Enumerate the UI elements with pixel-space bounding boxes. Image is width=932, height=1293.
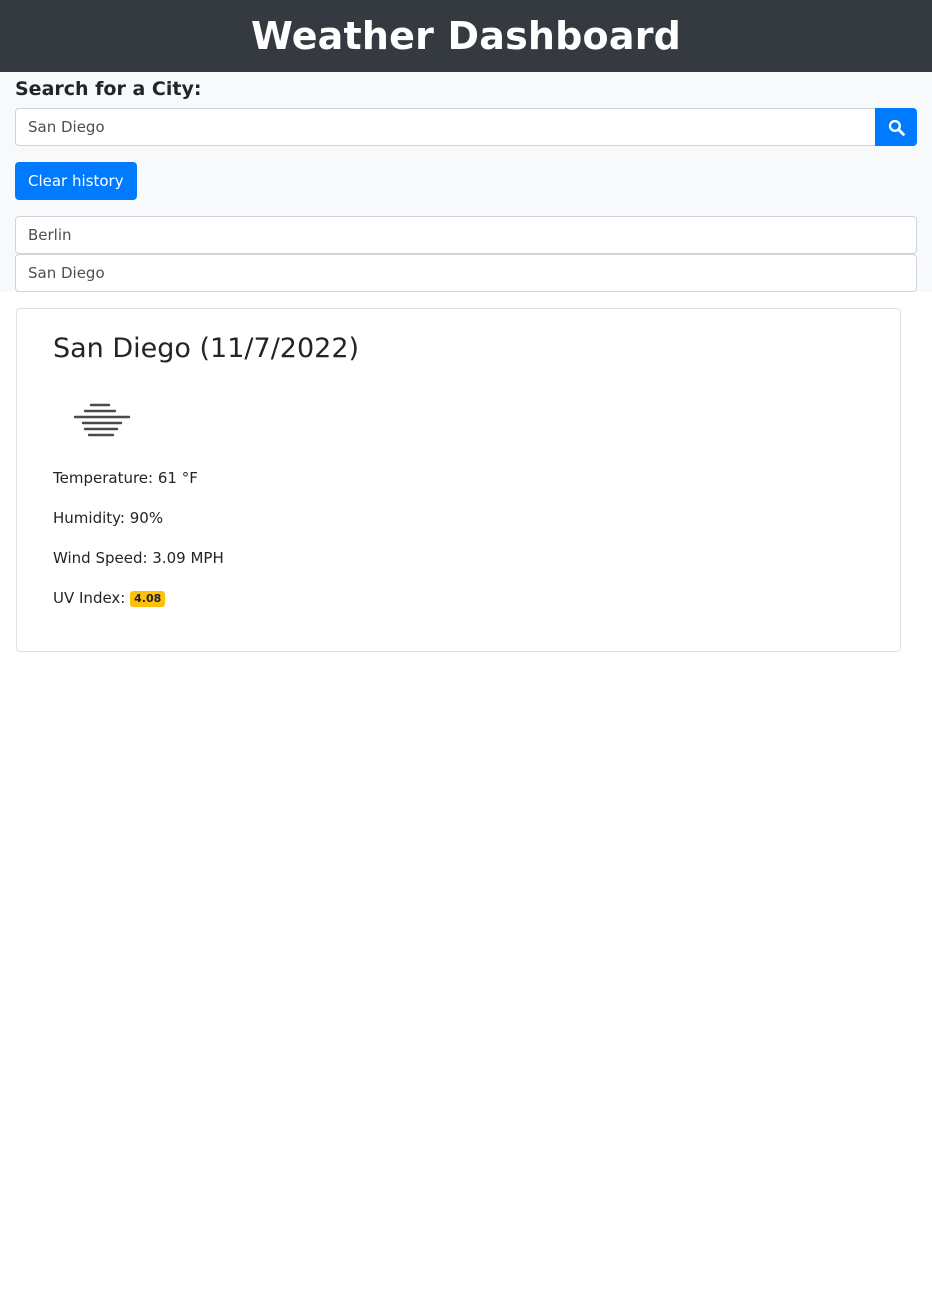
- search-row: [15, 108, 917, 146]
- search-label: Search for a City:: [15, 78, 202, 100]
- uv-index: UV Index: 4.08: [53, 587, 864, 609]
- mist-icon: [73, 401, 133, 451]
- search-button[interactable]: [875, 108, 917, 146]
- weather-stats: Temperature: 61 °F Humidity: 90% Wind Sp…: [53, 467, 864, 609]
- humidity-text: Humidity: 90%: [53, 509, 164, 527]
- page-header: Weather Dashboard: [0, 0, 932, 72]
- history-list: Berlin San Diego: [15, 216, 917, 292]
- uv-index-badge: 4.08: [130, 591, 166, 607]
- city-title: San Diego (11/7/2022): [53, 333, 360, 364]
- page-title: Weather Dashboard: [250, 14, 682, 58]
- temperature-text: Temperature: 61 °F: [53, 469, 198, 487]
- current-weather-card: San Diego (11/7/2022) Temperature: 61 °F…: [16, 308, 901, 652]
- clear-history-button[interactable]: Clear history: [15, 162, 137, 200]
- history-item-san-diego[interactable]: San Diego: [15, 254, 917, 292]
- uv-index-label: UV Index:: [53, 589, 131, 607]
- history-item-berlin[interactable]: Berlin: [15, 216, 917, 254]
- search-icon: [888, 119, 905, 136]
- search-panel: Search for a City: Clear history Berlin …: [0, 72, 932, 292]
- wind-speed-text: Wind Speed: 3.09 MPH: [53, 549, 224, 567]
- search-input[interactable]: [15, 108, 875, 146]
